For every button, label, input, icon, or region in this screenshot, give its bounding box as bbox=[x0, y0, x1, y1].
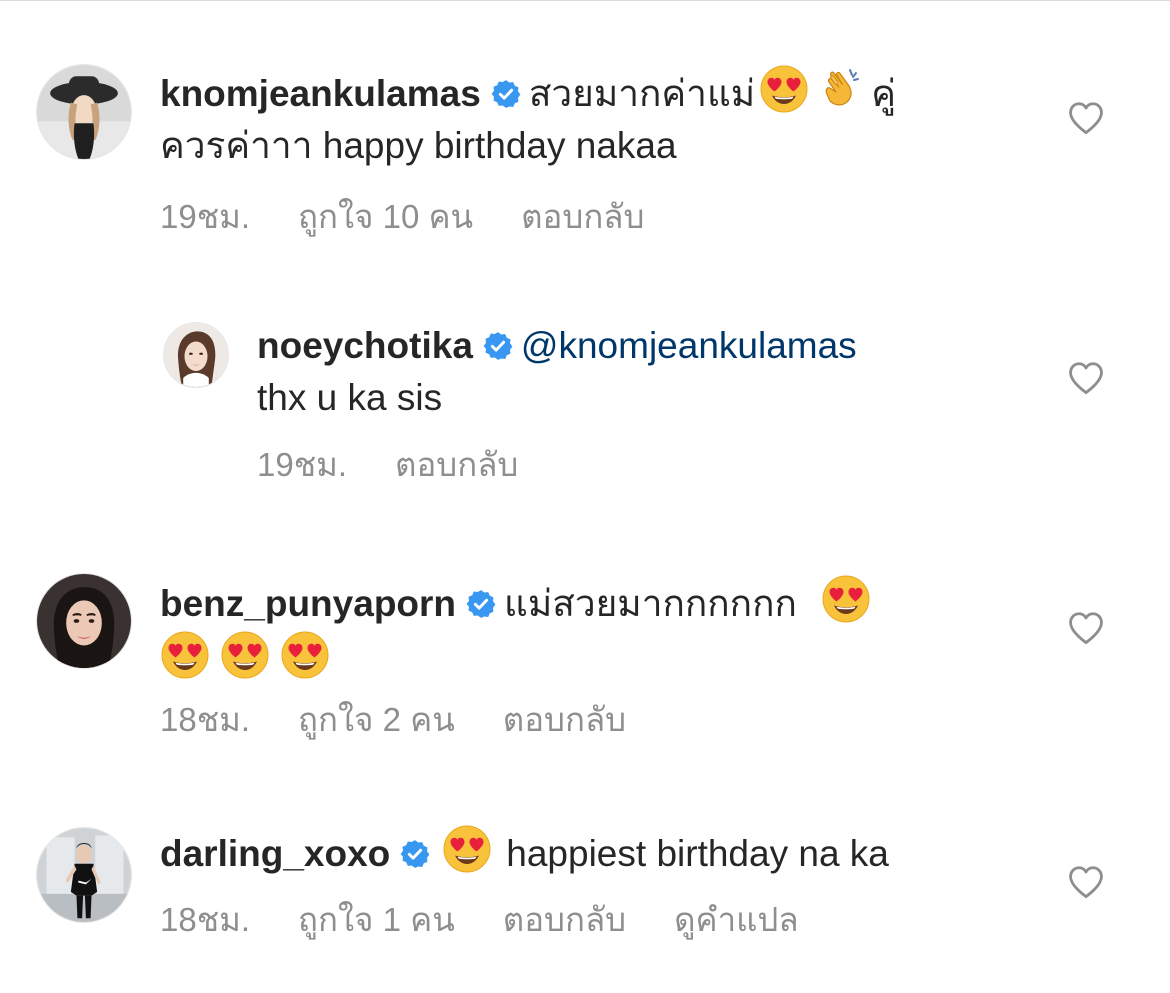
likes-count[interactable]: ถูกใจ 2 คน bbox=[298, 701, 455, 738]
like-heart-icon[interactable] bbox=[1067, 864, 1105, 900]
avatar[interactable] bbox=[36, 573, 132, 669]
heart-eyes-emoji-icon bbox=[821, 574, 871, 624]
comment-meta: 19ชม. ถูกใจ 10 คน ตอบกลับ bbox=[160, 197, 692, 237]
comment-text: คู่ bbox=[871, 73, 896, 114]
comment-text: ควรค่าาา happy birthday nakaa bbox=[160, 125, 677, 166]
likes-count[interactable]: ถูกใจ 1 คน bbox=[298, 901, 455, 938]
comment-body: knomjeankulamas สวยมากค่าแม่ คู่ ควรค่าาา … bbox=[160, 64, 1000, 172]
verified-badge-icon bbox=[400, 839, 430, 869]
comment-time: 19ชม. bbox=[160, 198, 251, 235]
avatar[interactable] bbox=[36, 827, 132, 923]
heart-eyes-emoji-icon bbox=[442, 824, 492, 874]
comment-text: thx u ka sis bbox=[257, 377, 443, 418]
top-divider bbox=[0, 0, 1170, 1]
comment-meta: 18ชม. ถูกใจ 1 คน ตอบกลับ ดูคำแปล bbox=[160, 900, 847, 940]
comment-meta: 18ชม. ถูกใจ 2 คน ตอบกลับ bbox=[160, 700, 674, 740]
see-translation-button[interactable]: ดูคำแปล bbox=[674, 901, 798, 938]
comment-time: 19ชม. bbox=[257, 446, 348, 483]
like-heart-icon[interactable] bbox=[1067, 360, 1105, 396]
reply-button[interactable]: ตอบกลับ bbox=[521, 198, 644, 235]
clapping-hands-emoji-icon bbox=[817, 64, 867, 114]
heart-eyes-emoji-icon bbox=[759, 64, 809, 114]
like-heart-icon[interactable] bbox=[1067, 610, 1105, 646]
comment-text: สวยมากค่าแม่ bbox=[528, 73, 756, 114]
heart-eyes-emoji-icon bbox=[220, 630, 270, 680]
heart-eyes-emoji-icon bbox=[280, 630, 330, 680]
avatar[interactable] bbox=[36, 64, 132, 160]
verified-badge-icon bbox=[491, 79, 521, 109]
comment-text: แม่สวยมากกกกกก bbox=[504, 583, 797, 624]
mention-link[interactable]: @knomjeankulamas bbox=[521, 325, 857, 366]
verified-badge-icon bbox=[466, 589, 496, 619]
username[interactable]: knomjeankulamas bbox=[160, 73, 481, 114]
like-heart-icon[interactable] bbox=[1067, 100, 1105, 136]
reply-button[interactable]: ตอบกลับ bbox=[503, 901, 626, 938]
avatar[interactable] bbox=[163, 322, 229, 388]
comment-time: 18ชม. bbox=[160, 901, 251, 938]
comment-body: darling_xoxo happiest birthday na ka bbox=[160, 824, 1040, 880]
username[interactable]: noeychotika bbox=[257, 325, 473, 366]
comment-time: 18ชม. bbox=[160, 701, 251, 738]
likes-count[interactable]: ถูกใจ 10 คน bbox=[298, 198, 473, 235]
reply-button[interactable]: ตอบกลับ bbox=[503, 701, 626, 738]
comment-body: noeychotika @knomjeankulamas thx u ka sis bbox=[257, 320, 1037, 424]
comment-body: benz_punyaporn แม่สวยมากกกกกก bbox=[160, 574, 1000, 686]
username[interactable]: benz_punyaporn bbox=[160, 583, 456, 624]
username[interactable]: darling_xoxo bbox=[160, 833, 390, 874]
verified-badge-icon bbox=[483, 331, 513, 361]
heart-eyes-emoji-icon bbox=[160, 630, 210, 680]
reply-button[interactable]: ตอบกลับ bbox=[395, 446, 518, 483]
comment-text: happiest birthday na ka bbox=[506, 833, 889, 874]
comment-meta: 19ชม. ตอบกลับ bbox=[257, 445, 566, 485]
